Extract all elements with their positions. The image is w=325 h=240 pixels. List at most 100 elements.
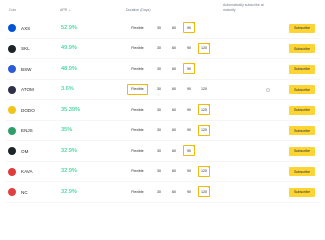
duration-option[interactable]: 90 [183, 43, 195, 54]
duration-label: 30 [157, 46, 161, 50]
duration-option[interactable]: 120 [198, 165, 210, 177]
sort-icon[interactable]: ▲ [68, 8, 71, 12]
flexible-option[interactable]: Flexible [127, 63, 148, 74]
duration-label: 120 [201, 46, 207, 50]
table-row: AXS 52.9% Flexible 30 60 90 Subscribe [0, 18, 325, 39]
duration-label: 30 [157, 189, 161, 194]
flexible-option[interactable]: Flexible [127, 145, 148, 156]
duration-option[interactable]: 30 [153, 145, 165, 156]
coin-name: BSW [21, 66, 32, 72]
duration-label: 90 [187, 87, 191, 91]
duration-label: 60 [172, 25, 176, 30]
selected-check-icon [191, 63, 195, 67]
flexible-option[interactable]: Flexible [127, 186, 148, 197]
duration-option[interactable]: 120 [198, 124, 210, 136]
apr-value: 35% [61, 127, 73, 133]
coin-name: SKL [21, 46, 30, 51]
duration-option[interactable]: 30 [153, 43, 165, 54]
duration-option[interactable]: 60 [168, 84, 180, 95]
subscribe-button[interactable]: Subscribe [289, 44, 315, 53]
duration-option[interactable]: 30 [153, 166, 165, 177]
duration-label: 60 [172, 66, 176, 71]
duration-option[interactable]: 60 [168, 125, 180, 136]
subscribe-button[interactable]: Subscribe [289, 85, 315, 94]
duration-label: 90 [187, 66, 191, 71]
flexible-label: Flexible [131, 66, 144, 71]
duration-label: 120 [201, 107, 207, 112]
duration-option[interactable]: 60 [168, 166, 180, 177]
subscribe-button[interactable]: Subscribe [289, 167, 315, 176]
table-row: ATOM 3.6% Flexible 30 60 90 120 Subscribe [0, 80, 325, 100]
apr-column-header[interactable]: APR▲ [60, 8, 71, 12]
subscribe-button[interactable]: Subscribe [289, 187, 315, 197]
duration-label: 30 [157, 128, 161, 132]
flexible-label: Flexible [131, 148, 144, 153]
duration-option[interactable]: 120 [198, 104, 210, 115]
duration-label: 30 [157, 66, 161, 71]
flexible-option[interactable]: Flexible [127, 104, 148, 115]
duration-option[interactable]: 90 [183, 145, 195, 156]
selected-check-icon [191, 145, 195, 149]
coin-name: DODO [21, 107, 35, 113]
duration-option[interactable]: 90 [183, 186, 195, 197]
flexible-option[interactable]: Flexible [127, 22, 148, 33]
duration-label: 90 [187, 128, 191, 132]
coin-column-header: Coin [9, 8, 17, 12]
duration-option[interactable]: 30 [153, 125, 165, 136]
duration-option[interactable]: 30 [153, 186, 165, 197]
duration-label: 120 [201, 169, 207, 173]
duration-option[interactable]: 60 [168, 104, 180, 115]
apr-value: 52.9% [61, 24, 77, 31]
duration-option[interactable]: 90 [183, 84, 195, 95]
subscribe-button[interactable]: Subscribe [289, 23, 315, 33]
coin-name: OM [21, 148, 29, 154]
subscribe-button[interactable]: Subscribe [289, 146, 315, 156]
duration-option[interactable]: 60 [168, 22, 180, 33]
subscribe-button[interactable]: Subscribe [289, 64, 315, 74]
duration-option[interactable]: 60 [168, 145, 180, 156]
selected-check-icon [144, 83, 148, 87]
duration-option[interactable]: 60 [168, 63, 180, 74]
apr-value: 32.9% [61, 147, 77, 154]
coin-name: ATOM [21, 87, 34, 92]
selected-check-icon [206, 104, 210, 108]
coin-name: AXS [21, 25, 31, 31]
coin-icon [8, 147, 16, 155]
coin-name: ENJS [21, 128, 33, 133]
duration-option[interactable]: 120 [198, 42, 210, 54]
apr-value: 32.9% [61, 168, 77, 174]
duration-option[interactable]: 30 [153, 84, 165, 95]
duration-label: 30 [157, 107, 161, 112]
duration-option[interactable]: 30 [153, 22, 165, 33]
duration-label: 90 [187, 25, 191, 30]
duration-label: 30 [157, 25, 161, 30]
flexible-option[interactable]: Flexible [127, 125, 148, 136]
duration-option[interactable]: 120 [198, 84, 210, 95]
auto-subscribe-toggle[interactable] [266, 87, 270, 92]
subscribe-button[interactable]: Subscribe [289, 105, 315, 115]
duration-option[interactable]: 90 [183, 63, 195, 74]
selected-check-icon [206, 42, 210, 46]
duration-option[interactable]: 120 [198, 186, 210, 197]
selected-check-icon [206, 165, 210, 169]
flexible-option[interactable]: Flexible [127, 166, 148, 177]
subscribe-button[interactable]: Subscribe [289, 126, 315, 135]
flexible-label: Flexible [131, 128, 144, 132]
duration-option[interactable]: 30 [153, 104, 165, 115]
duration-option[interactable]: 60 [168, 186, 180, 197]
duration-option[interactable]: 90 [183, 125, 195, 136]
duration-option[interactable]: 90 [183, 166, 195, 177]
duration-label: 60 [172, 87, 176, 91]
flexible-label: Flexible [131, 46, 144, 50]
flexible-option[interactable]: Flexible [127, 43, 148, 54]
duration-option[interactable]: 30 [153, 63, 165, 74]
flexible-option[interactable]: Flexible [127, 83, 148, 95]
duration-option[interactable]: 90 [183, 22, 195, 33]
duration-label: 30 [157, 148, 161, 153]
auto-subscribe-column-header: Automatically subscribe at maturity [223, 3, 264, 12]
duration-option[interactable]: 60 [168, 43, 180, 54]
duration-option[interactable]: 90 [183, 104, 195, 115]
table-row: SKL 49.9% Flexible 30 60 90 120 Subscribe [0, 39, 325, 59]
coin-icon [8, 167, 16, 176]
coin-icon [8, 24, 16, 32]
